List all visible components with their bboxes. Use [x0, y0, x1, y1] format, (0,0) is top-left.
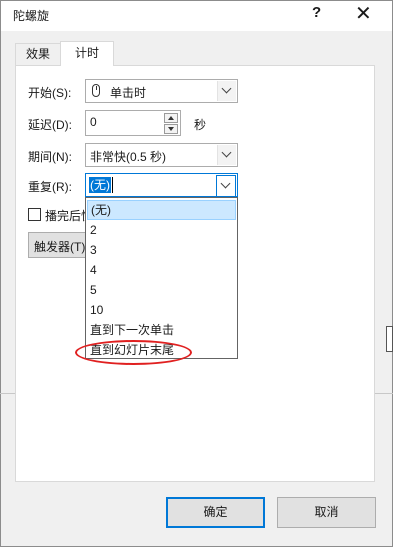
repeat-value: (无) [89, 177, 111, 193]
text-caret [112, 177, 113, 193]
trigger-button[interactable]: 触发器(T) [28, 232, 90, 258]
dropdown-option[interactable]: 2 [87, 220, 236, 240]
repeat-dropdown-list: (无) 2 3 4 5 10 直到下一次单击 直到幻灯片末尾 [85, 197, 238, 359]
background-edge-line [375, 393, 393, 394]
rewind-checkbox[interactable] [28, 208, 41, 221]
period-combo[interactable]: 非常快(0.5 秒) [85, 143, 238, 167]
start-combo[interactable]: 单击时 [85, 79, 238, 103]
arrow-down-icon [168, 127, 174, 131]
background-edge-line [0, 393, 15, 394]
repeat-dropdown-button[interactable] [216, 175, 236, 197]
mouse-icon [92, 84, 100, 97]
cancel-button[interactable]: 取消 [277, 497, 376, 528]
period-dropdown-button[interactable] [217, 145, 236, 165]
spin-up-button[interactable] [164, 113, 178, 123]
chevron-down-icon [221, 147, 232, 158]
start-value: 单击时 [110, 86, 147, 100]
dropdown-option[interactable]: 10 [87, 300, 236, 320]
dialog-title: 陀螺旋 [13, 9, 50, 23]
start-label: 开始(S): [28, 86, 72, 100]
delay-value: 0 [90, 115, 97, 129]
delay-unit: 秒 [194, 118, 207, 132]
delay-spinner[interactable]: 0 [85, 110, 181, 136]
delay-label: 延迟(D): [28, 118, 72, 132]
annotation-oval [75, 340, 192, 365]
period-value: 非常快(0.5 秒) [90, 150, 167, 164]
chevron-down-icon [220, 178, 231, 189]
repeat-label: 重复(R): [28, 180, 72, 194]
ok-button[interactable]: 确定 [166, 497, 265, 528]
tab-effect[interactable]: 效果 [15, 43, 61, 65]
dropdown-option[interactable]: 4 [87, 260, 236, 280]
dropdown-option[interactable]: (无) [87, 200, 236, 220]
dropdown-option[interactable]: 直到下一次单击 [87, 320, 236, 340]
close-button[interactable]: ✕ [355, 1, 372, 26]
tab-timing[interactable]: 计时 [60, 41, 114, 66]
dropdown-option[interactable]: 3 [87, 240, 236, 260]
arrow-up-icon [168, 116, 174, 120]
repeat-combo[interactable]: (无) [85, 173, 238, 197]
title-bar [1, 1, 392, 31]
start-dropdown-button[interactable] [217, 81, 236, 101]
spin-down-button[interactable] [164, 124, 178, 134]
help-button[interactable]: ? [312, 4, 321, 21]
dropdown-option[interactable]: 5 [87, 280, 236, 300]
period-label: 期间(N): [28, 150, 72, 164]
chevron-down-icon [221, 83, 232, 94]
background-edge-box [386, 326, 393, 352]
